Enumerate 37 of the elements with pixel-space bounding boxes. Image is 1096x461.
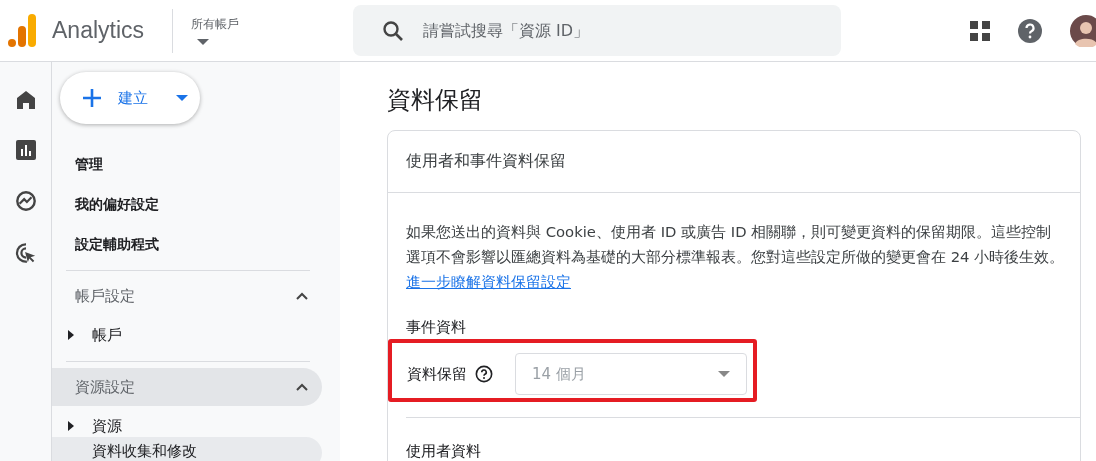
sidebar-item[interactable]: 設定輔助程式 bbox=[52, 224, 340, 264]
sidebar-section[interactable]: 資源設定 bbox=[52, 368, 322, 406]
search-field[interactable]: 請嘗試搜尋「資源 ID」 bbox=[421, 20, 841, 41]
page-title: 資料保留 bbox=[387, 85, 484, 116]
caret-icon bbox=[718, 371, 730, 377]
triangle-icon bbox=[68, 330, 74, 340]
sidebar-section[interactable]: 帳戶設定 bbox=[52, 277, 322, 315]
sidebar-item[interactable]: 資料收集和修改 bbox=[52, 437, 322, 461]
help-icon[interactable] bbox=[475, 365, 493, 383]
triangle-icon bbox=[68, 421, 74, 431]
chevron-icon bbox=[296, 292, 308, 300]
description: 如果您送出的資料與 Cookie、使用者 ID 或廣告 ID 相關聯，則可變更資料的保留期限。這些控制選項不會影響以匯總資料為基礎的大部分標準報表。您對這些設定所做的變更會在 24 小時後生效。 進一步瞭解資料保留設定 bbox=[406, 222, 1066, 292]
bar-chart-icon[interactable] bbox=[15, 140, 36, 160]
account-picker[interactable]: 所有帳戶 bbox=[172, 8, 341, 53]
card-title: 使用者和事件資料保留 bbox=[406, 151, 566, 172]
analytics-logo-icon bbox=[8, 13, 36, 48]
search-box[interactable]: 請嘗試搜尋「資源 ID」 bbox=[353, 5, 841, 56]
section-heading: 使用者資料 bbox=[406, 442, 482, 461]
section-heading: 事件資料 bbox=[406, 318, 467, 337]
field-label: 資料保留 bbox=[407, 364, 467, 384]
help-icon[interactable] bbox=[1018, 18, 1042, 43]
home-icon[interactable] bbox=[15, 90, 36, 110]
avatar[interactable] bbox=[1070, 14, 1096, 47]
trend-circle-icon[interactable] bbox=[14, 190, 37, 212]
sidebar-item[interactable]: 帳戶 bbox=[52, 315, 340, 355]
sidebar-item[interactable]: 管理 bbox=[52, 144, 340, 184]
apps-grid-icon[interactable] bbox=[970, 20, 990, 41]
chevron-icon bbox=[296, 383, 308, 391]
learn-more-link[interactable]: 進一步瞭解資料保留設定 bbox=[406, 273, 571, 290]
plus-icon bbox=[82, 88, 102, 108]
caret-icon bbox=[197, 39, 209, 45]
create-button[interactable]: 建立 bbox=[60, 72, 200, 124]
search-icon bbox=[381, 18, 405, 43]
target-cursor-icon[interactable] bbox=[14, 242, 37, 264]
product-name: Analytics bbox=[52, 17, 145, 44]
caret-icon bbox=[176, 95, 188, 101]
sidebar-item[interactable]: 我的偏好設定 bbox=[52, 184, 340, 224]
